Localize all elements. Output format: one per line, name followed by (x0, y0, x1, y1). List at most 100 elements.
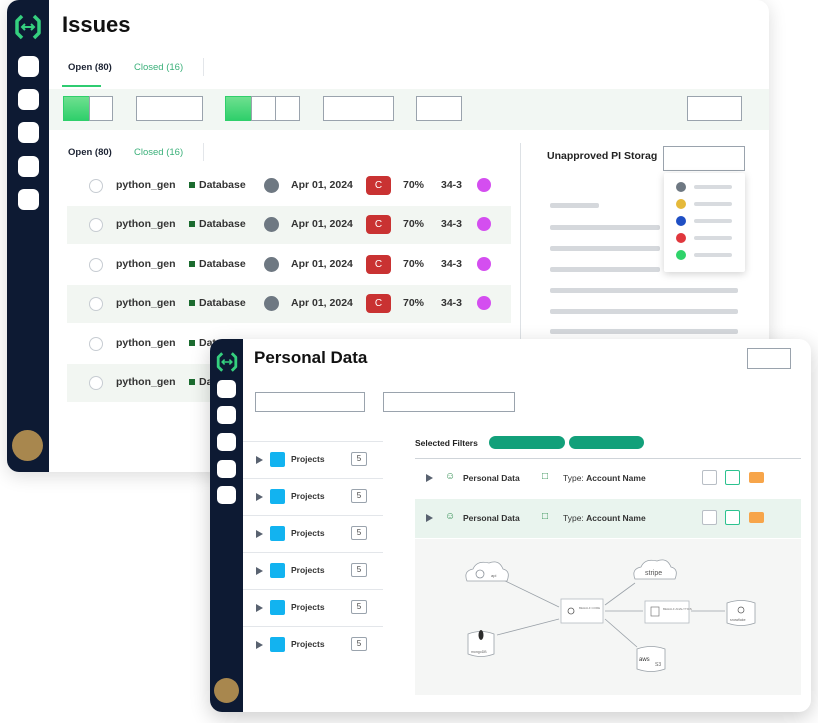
row-radio[interactable] (89, 258, 103, 272)
row-label: Personal Data (463, 473, 520, 483)
document-icon: □ (542, 471, 549, 482)
project-item[interactable]: Projects 5 (243, 441, 383, 478)
issue-row[interactable]: python_gen Database Apr 01, 2024 C 70% 3… (67, 246, 511, 284)
placeholder-line (550, 288, 738, 293)
legend-line (694, 185, 732, 189)
row-radio[interactable] (89, 297, 103, 311)
legend-popup (664, 173, 745, 272)
issue-code: 34-3 (441, 218, 463, 230)
expand-caret-icon[interactable] (256, 641, 263, 649)
avatar[interactable] (214, 678, 239, 703)
expand-caret-icon[interactable] (256, 493, 263, 501)
app-logo-icon (216, 352, 238, 372)
row-radio[interactable] (89, 337, 103, 351)
project-icon (270, 452, 285, 467)
placeholder-line (550, 203, 599, 208)
filter-input-1[interactable] (136, 96, 203, 121)
issue-row[interactable]: python_gen Database Apr 01, 2024 C 70% 3… (67, 167, 511, 205)
inner-tab-closed[interactable]: Closed (16) (134, 147, 183, 158)
filter-toggle-a-off[interactable] (89, 96, 113, 121)
row-radio[interactable] (89, 376, 103, 390)
issue-code: 34-3 (441, 179, 463, 191)
row-type: Type: Account Name (563, 513, 646, 523)
project-item[interactable]: Projects 5 (243, 515, 383, 552)
nav-item-2[interactable] (217, 406, 236, 424)
expand-caret-icon[interactable] (256, 567, 263, 575)
row-checkbox[interactable] (702, 470, 717, 485)
filter-input-3[interactable] (416, 96, 462, 121)
issue-code: 34-3 (441, 297, 463, 309)
row-toggle[interactable] (725, 470, 740, 485)
filter-toggle-a-on[interactable] (63, 96, 90, 121)
row-toggle[interactable] (725, 510, 740, 525)
issue-date: Apr 01, 2024 (291, 218, 353, 230)
expand-caret-icon[interactable] (256, 456, 263, 464)
row-radio[interactable] (89, 218, 103, 232)
expand-caret-icon[interactable] (426, 474, 433, 482)
flow-arrow (604, 582, 636, 606)
expand-caret-icon[interactable] (256, 530, 263, 538)
search-input-1[interactable] (255, 392, 365, 412)
filter-chip-1[interactable] (489, 436, 565, 449)
inner-tab-open[interactable]: Open (80) (68, 147, 112, 158)
document-icon: □ (542, 511, 549, 522)
legend-dot-yellow (676, 199, 686, 209)
project-item[interactable]: Projects 5 (243, 589, 383, 626)
panel-dropdown[interactable] (663, 146, 745, 171)
nav-item-5[interactable] (18, 189, 39, 210)
project-item[interactable]: Projects 5 (243, 478, 383, 515)
personal-data-window: Personal Data Projects 5 Projects 5 Proj… (210, 339, 811, 712)
tab-closed[interactable]: Closed (16) (134, 62, 183, 73)
issue-row[interactable]: python_gen Database Apr 01, 2024 C 70% 3… (67, 285, 511, 323)
stripe-label: stripe (645, 570, 662, 577)
filter-toggle-b-on[interactable] (225, 96, 252, 121)
issue-name: python_gen (116, 179, 176, 191)
filter-input-4[interactable] (687, 96, 742, 121)
tab-underline (62, 85, 101, 87)
analytics-node-icon: BEHALF ANALYTICS (644, 600, 692, 624)
nav-item-1[interactable] (18, 56, 39, 77)
row-checkbox[interactable] (702, 510, 717, 525)
filter-toggle-b-off[interactable] (275, 96, 300, 121)
inner-tab-divider (203, 143, 204, 161)
search-input-2[interactable] (383, 392, 515, 412)
project-label: Projects (291, 602, 325, 612)
nav-item-5[interactable] (217, 486, 236, 504)
row-type: Type: Account Name (563, 473, 646, 483)
issue-row[interactable]: python_gen Database Apr 01, 2024 C 70% 3… (67, 206, 511, 244)
flow-svg: api mongoDB BEHALF CORE stripe BEHALF AN… (465, 559, 756, 672)
core-node-icon: BEHALF CORE (560, 598, 604, 624)
project-icon (270, 637, 285, 652)
project-item[interactable]: Projects 5 (243, 626, 383, 663)
app-logo-icon (15, 14, 41, 40)
top-action-button[interactable] (747, 348, 791, 369)
status-dot (264, 217, 279, 232)
purple-status-dot (477, 178, 491, 192)
personal-data-row[interactable]: ☺ Personal Data □ Type: Account Name (415, 459, 801, 498)
nav-item-1[interactable] (217, 380, 236, 398)
api-label: api (491, 573, 496, 578)
project-item[interactable]: Projects 5 (243, 552, 383, 589)
row-tag[interactable] (749, 472, 764, 483)
expand-caret-icon[interactable] (426, 514, 433, 522)
placeholder-line (550, 246, 660, 251)
nav-item-4[interactable] (18, 156, 39, 177)
placeholder-line (550, 329, 738, 334)
tab-open[interactable]: Open (80) (68, 62, 112, 73)
issue-percent: 70% (403, 218, 425, 230)
nav-item-2[interactable] (18, 89, 39, 110)
personal-data-row[interactable]: ☺ Personal Data □ Type: Account Name (415, 499, 801, 538)
database-icon (189, 340, 195, 346)
sidebar (210, 339, 243, 712)
nav-item-4[interactable] (217, 460, 236, 478)
project-label: Projects (291, 639, 325, 649)
row-tag[interactable] (749, 512, 764, 523)
expand-caret-icon[interactable] (256, 604, 263, 612)
avatar[interactable] (12, 430, 43, 461)
nav-item-3[interactable] (217, 433, 236, 451)
filter-toggle-b-mid[interactable] (251, 96, 276, 121)
filter-input-2[interactable] (323, 96, 394, 121)
nav-item-3[interactable] (18, 122, 39, 143)
row-radio[interactable] (89, 179, 103, 193)
filter-chip-2[interactable] (569, 436, 644, 449)
